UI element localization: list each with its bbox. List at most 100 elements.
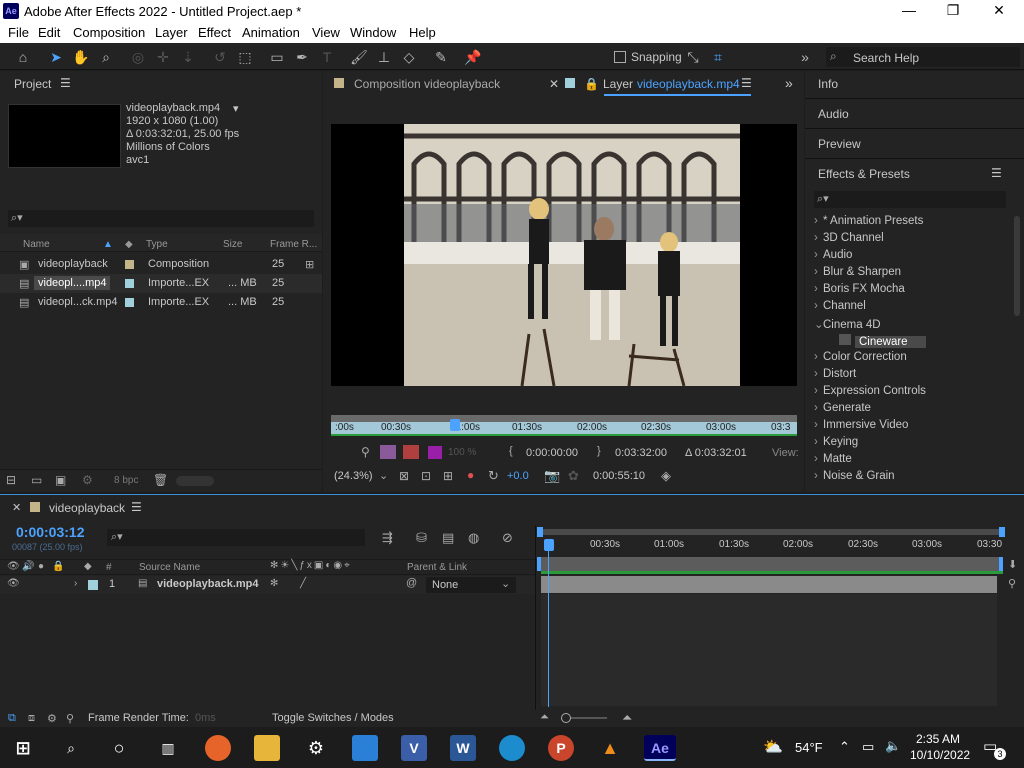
- layer-label-swatch[interactable]: [88, 580, 98, 590]
- label-swatch[interactable]: [125, 298, 134, 307]
- effects-search-input[interactable]: ⌕▾: [814, 191, 1006, 208]
- effect-category[interactable]: › Boris FX Mocha: [814, 283, 905, 295]
- effect-category[interactable]: ⌄Cinema 4D: [814, 317, 881, 331]
- zoom-dropdown[interactable]: (24.3%): [334, 470, 373, 482]
- eye-icon[interactable]: 👁: [7, 578, 20, 589]
- visio-icon[interactable]: V: [401, 735, 427, 761]
- viewer-current-time[interactable]: 0:00:55:10: [593, 470, 645, 482]
- tab-layer-name[interactable]: videoplayback.mp4: [637, 77, 740, 91]
- pan-tool-icon[interactable]: ✛: [153, 47, 173, 67]
- timeline-tab[interactable]: videoplayback: [49, 501, 125, 515]
- weather-icon[interactable]: ⛅: [763, 737, 783, 757]
- timeline-ruler[interactable]: 0s 00:30s 01:00s 01:30s 02:00s 02:30s 03…: [541, 537, 1005, 555]
- comp-mini-flowchart-icon[interactable]: ⇶: [382, 530, 393, 546]
- preview-panel-header[interactable]: Preview: [818, 137, 861, 151]
- hand-tool-icon[interactable]: ✋: [71, 47, 91, 67]
- project-item-row[interactable]: ▤ videopl...ck.mp4 Importe...EX ... MB 2…: [0, 293, 322, 312]
- col-source-name[interactable]: Source Name: [139, 562, 200, 573]
- render-time-icon[interactable]: ⚲: [66, 712, 74, 725]
- delete-icon[interactable]: 🗑: [153, 473, 168, 487]
- adjust-settings-icon[interactable]: ⚙: [82, 473, 93, 487]
- effect-category[interactable]: › Generate: [814, 402, 871, 414]
- time-navigator[interactable]: [541, 529, 1005, 535]
- anchor-tool-icon[interactable]: ⬚: [235, 47, 255, 67]
- navigator-end-handle[interactable]: [999, 527, 1005, 537]
- cortana-icon[interactable]: ○: [106, 735, 132, 761]
- new-folder-icon[interactable]: ▭: [31, 473, 42, 487]
- snap-edge-icon[interactable]: ⤡: [683, 47, 703, 67]
- close-tab-icon[interactable]: ✕: [12, 501, 21, 514]
- menu-composition[interactable]: Composition: [73, 25, 145, 40]
- parent-dropdown[interactable]: None ⌄: [426, 577, 516, 593]
- effect-category[interactable]: › Immersive Video: [814, 419, 908, 431]
- work-area-bar[interactable]: [541, 557, 1003, 571]
- motion-tracker-icon[interactable]: ⚲: [361, 445, 370, 459]
- viewer-playhead[interactable]: [450, 419, 460, 431]
- expand-panels-icon[interactable]: »: [785, 75, 793, 91]
- word-icon[interactable]: W: [450, 735, 476, 761]
- snapshot-icon[interactable]: 📷: [544, 468, 560, 484]
- task-view-icon[interactable]: ▥: [155, 735, 181, 761]
- interpret-footage-icon[interactable]: ⊟: [6, 473, 16, 487]
- menu-view[interactable]: View: [312, 25, 340, 40]
- solo-icon[interactable]: ●: [38, 561, 44, 572]
- meta-dropdown-icon[interactable]: ▾: [233, 102, 239, 115]
- layer-name[interactable]: videoplayback.mp4: [157, 578, 259, 590]
- firefox-icon[interactable]: [205, 735, 231, 761]
- pick-whip-icon[interactable]: @: [406, 577, 417, 589]
- project-search-input[interactable]: ⌕▾: [8, 210, 314, 227]
- menu-animation[interactable]: Animation: [242, 25, 300, 40]
- collapse-switch-icon[interactable]: ✻: [270, 578, 278, 589]
- layer-row[interactable]: 👁 › 1 ▤ videoplayback.mp4 ✻ ╱ @ None ⌄: [0, 576, 535, 594]
- in-time[interactable]: 0:00:00:00: [526, 447, 578, 459]
- bpc-label[interactable]: 8 bpc: [114, 475, 138, 486]
- panel-menu-icon[interactable]: ☰: [741, 76, 752, 90]
- video-viewport[interactable]: [331, 124, 797, 386]
- close-button[interactable]: ✕: [984, 2, 1014, 19]
- powerpoint-icon[interactable]: P: [548, 735, 574, 761]
- menu-effect[interactable]: Effect: [198, 25, 231, 40]
- grid-icon[interactable]: ⊞: [443, 469, 453, 483]
- effects-scrollbar[interactable]: [1014, 216, 1020, 316]
- roto-brush-icon[interactable]: ✎: [431, 47, 451, 67]
- col-parent-link[interactable]: Parent & Link: [407, 562, 467, 573]
- show-snapshot-icon[interactable]: ✿: [568, 468, 579, 484]
- color-channels-icon[interactable]: ●: [467, 468, 474, 482]
- lock-icon[interactable]: 🔒: [52, 561, 64, 572]
- type-tool-icon[interactable]: T: [317, 47, 337, 67]
- minimize-button[interactable]: —: [894, 2, 924, 18]
- col-size[interactable]: Size: [223, 239, 242, 250]
- reset-exposure-icon[interactable]: ↻: [488, 468, 499, 484]
- col-frame-rate[interactable]: Frame R...: [270, 239, 317, 250]
- project-item-row[interactable]: ▣ videoplayback Composition 25 ⊞: [0, 255, 322, 274]
- effect-category[interactable]: › Noise & Grain: [814, 470, 895, 482]
- search-help-box[interactable]: ⌕ Search Help: [826, 47, 1020, 67]
- out-point-icon[interactable]: }: [597, 445, 601, 457]
- timeline-search-input[interactable]: ⌕▾: [107, 529, 365, 546]
- clock-time[interactable]: 2:35 AM: [916, 732, 960, 746]
- tab-composition[interactable]: Composition videoplayback: [354, 77, 500, 91]
- effect-category[interactable]: › Channel: [814, 300, 866, 312]
- menu-help[interactable]: Help: [409, 25, 436, 40]
- label-swatch[interactable]: [125, 260, 134, 269]
- home-icon[interactable]: ⌂: [13, 47, 33, 67]
- timeline-settings-icon[interactable]: ⚲: [1008, 577, 1016, 590]
- draft-3d-icon[interactable]: ⛁: [416, 530, 427, 546]
- eye-icon[interactable]: 👁: [7, 561, 20, 572]
- new-composition-icon[interactable]: ▣: [55, 473, 66, 487]
- zoom-out-icon[interactable]: ⏶: [540, 711, 549, 724]
- zoom-tool-icon[interactable]: ⌕: [96, 47, 116, 67]
- open-composition-icon[interactable]: ◈: [661, 468, 671, 484]
- graph-editor-icon[interactable]: ⊘: [502, 530, 513, 546]
- expand-arrow-icon[interactable]: ›: [74, 578, 77, 589]
- panel-menu-icon[interactable]: ☰: [131, 500, 142, 514]
- chevron-up-icon[interactable]: ⌃: [839, 739, 850, 755]
- volume-icon[interactable]: 🔈: [885, 738, 901, 754]
- lock-icon[interactable]: 🔒: [584, 77, 599, 91]
- effect-category[interactable]: › * Animation Presets: [814, 215, 923, 227]
- network-icon[interactable]: ▭: [862, 739, 874, 755]
- vlc-icon[interactable]: ▲: [597, 735, 623, 761]
- effect-category[interactable]: › Audio: [814, 249, 852, 261]
- toggle-transfer-controls-icon[interactable]: ⧈: [28, 712, 35, 725]
- quality-switch-icon[interactable]: ╱: [300, 578, 306, 589]
